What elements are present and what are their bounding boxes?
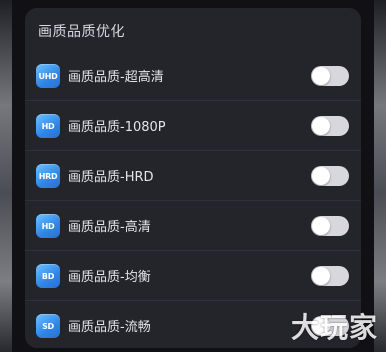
quality-option-hrd[interactable]: HRD 画质品质-HRD <box>25 151 361 201</box>
quality-option-uhd[interactable]: UHD 画质品质-超高清 <box>25 51 361 101</box>
bd-badge-icon: BD <box>36 264 60 288</box>
quality-option-label: 画质品质-高清 <box>68 220 151 235</box>
quality-toggle-hd[interactable] <box>311 216 349 236</box>
quality-options-list: UHD 画质品质-超高清 HD 画质品质-1080P HRD 画质品质-HRD … <box>25 51 361 348</box>
toggle-knob <box>312 167 330 185</box>
right-edge-strip <box>374 0 386 352</box>
quality-option-label: 画质品质-1080P <box>68 120 166 135</box>
panel-title: 画质品质优化 <box>38 24 125 40</box>
toggle-knob <box>312 267 330 285</box>
quality-toggle-hrd[interactable] <box>311 166 349 186</box>
watermark-text: 大玩家 <box>290 311 378 344</box>
uhd-badge-icon: UHD <box>36 64 60 88</box>
quality-toggle-balanced[interactable] <box>311 266 349 286</box>
toggle-knob <box>312 117 330 135</box>
quality-option-label: 画质品质-流畅 <box>68 320 151 335</box>
quality-option-balanced[interactable]: BD 画质品质-均衡 <box>25 251 361 301</box>
quality-option-1080p[interactable]: HD 画质品质-1080P <box>25 101 361 151</box>
quality-option-label: 画质品质-HRD <box>68 170 154 185</box>
hrd-badge-icon: HRD <box>36 164 60 188</box>
quality-option-hd[interactable]: HD 画质品质-高清 <box>25 201 361 251</box>
toggle-knob <box>312 67 330 85</box>
quality-toggle-1080p[interactable] <box>311 116 349 136</box>
hd-badge-icon: HD <box>36 214 60 238</box>
quality-settings-panel: 画质品质优化 UHD 画质品质-超高清 HD 画质品质-1080P HRD 画质… <box>25 8 361 348</box>
quality-option-label: 画质品质-均衡 <box>68 270 151 285</box>
quality-option-label: 画质品质-超高清 <box>68 70 164 85</box>
toggle-knob <box>312 217 330 235</box>
sd-badge-icon: SD <box>36 314 60 338</box>
quality-toggle-uhd[interactable] <box>311 66 349 86</box>
left-edge-strip <box>0 0 12 352</box>
hd-badge-icon: HD <box>36 114 60 138</box>
